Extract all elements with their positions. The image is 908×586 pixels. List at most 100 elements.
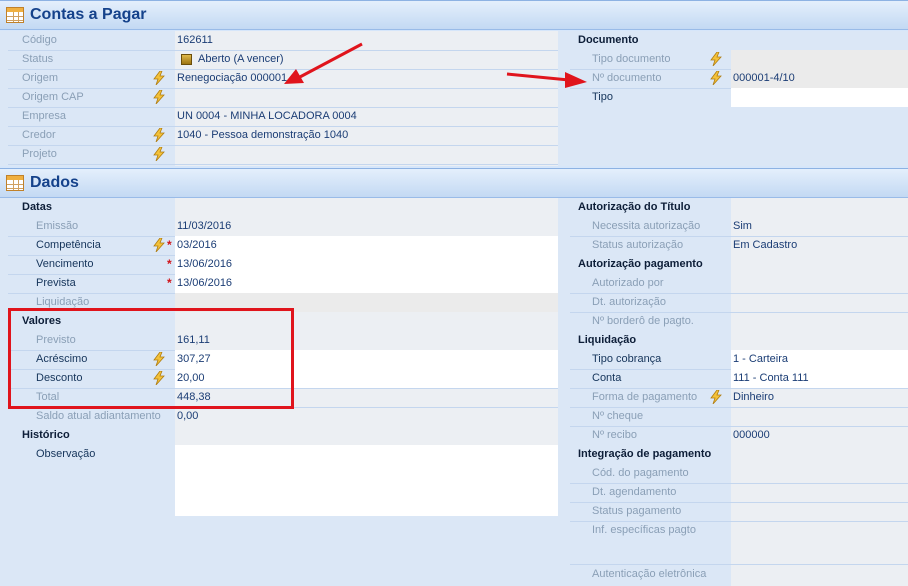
dt-autorizacao-value[interactable]: [731, 293, 733, 312]
field-row-status-pagamento: Status pagamento: [560, 502, 908, 521]
vencimento-label: Vencimento: [36, 258, 94, 270]
saldo-adiantamento-value[interactable]: 0,00: [175, 407, 198, 426]
required-asterisk: *: [167, 257, 172, 271]
origem-cap-value[interactable]: [175, 88, 177, 107]
tipo-value[interactable]: [731, 88, 908, 107]
lightning-bolt-icon[interactable]: [153, 147, 165, 161]
autorizado-por-value[interactable]: [731, 274, 733, 293]
projeto-value[interactable]: [175, 145, 177, 164]
dt-agendamento-label: Dt. agendamento: [592, 486, 677, 498]
lightning-bolt-icon[interactable]: [710, 390, 722, 404]
cod-pagamento-label: Cód. do pagamento: [592, 467, 689, 479]
inf-especificas-value[interactable]: [731, 521, 733, 540]
status-pagamento-label: Status pagamento: [592, 505, 682, 517]
status-label: Status: [22, 53, 54, 65]
field-row-empresa: Empresa UN 0004 - MINHA LOCADORA 0004: [0, 107, 558, 126]
field-row-projeto: Projeto: [0, 145, 558, 164]
status-autorizacao-label: Status autorização: [592, 239, 684, 251]
credor-label: Credor: [22, 129, 56, 141]
numero-documento-annotation-arrow: [506, 72, 587, 88]
field-row-origem: Origem Renegociação 000001: [0, 69, 558, 88]
autorizacao-pagamento-group-label: Autorização pagamento: [578, 258, 703, 270]
contas-section-header[interactable]: Contas a Pagar: [0, 0, 908, 30]
autenticacao-label: Autenticação eletrônica: [592, 568, 707, 580]
field-row-numero-cheque: Nº cheque: [560, 407, 908, 426]
grid-table-icon: [6, 7, 24, 23]
field-row-codigo: Código 162611: [0, 31, 558, 50]
lightning-bolt-icon[interactable]: [710, 52, 722, 66]
tipo-label: Tipo: [592, 91, 613, 103]
historico-group-row: Histórico: [0, 426, 558, 445]
numero-documento-value[interactable]: 000001-4/10: [731, 69, 908, 88]
lightning-bolt-icon[interactable]: [153, 90, 165, 104]
tipo-cobranca-value[interactable]: 1 - Carteira: [731, 350, 908, 369]
cod-pagamento-value[interactable]: [731, 464, 733, 483]
tipo-documento-value[interactable]: [731, 50, 908, 69]
field-row-vencimento: Vencimento * 13/06/2016: [0, 255, 558, 274]
field-row-necessita-autorizacao: Necessita autorização Sim: [560, 217, 908, 236]
conta-value[interactable]: 111 - Conta 111: [731, 369, 908, 388]
lightning-bolt-icon[interactable]: [153, 238, 165, 252]
dados-section-header[interactable]: Dados: [0, 168, 908, 198]
field-row-status-autorizacao: Status autorização Em Cadastro: [560, 236, 908, 255]
datas-group-row: Datas: [0, 198, 558, 217]
bordero-value[interactable]: [731, 312, 733, 331]
field-row-inf-especificas: Inf. específicas pagto: [560, 521, 908, 563]
origem-cap-label: Origem CAP: [22, 91, 84, 103]
field-row-saldo-adiantamento: Saldo atual adiantamento 0,00: [0, 407, 558, 426]
status-pagamento-value[interactable]: [731, 502, 733, 521]
datas-group-label: Datas: [22, 201, 52, 213]
lightning-bolt-icon[interactable]: [710, 71, 722, 85]
field-row-cod-pagamento: Cód. do pagamento: [560, 464, 908, 483]
required-asterisk: *: [167, 238, 172, 252]
vencimento-value[interactable]: 13/06/2016: [175, 255, 558, 274]
autorizacao-titulo-group-label: Autorização do Título: [578, 201, 691, 213]
empresa-value[interactable]: UN 0004 - MINHA LOCADORA 0004: [175, 107, 357, 126]
autenticacao-value[interactable]: [731, 565, 733, 584]
field-row-competencia: Competência * 03/2016: [0, 236, 558, 255]
integracao-group-label: Integração de pagamento: [578, 448, 712, 460]
field-row-emissao: Emissão 11/03/2016: [0, 217, 558, 236]
prevista-value[interactable]: 13/06/2016: [175, 274, 558, 293]
status-autorizacao-value[interactable]: Em Cadastro: [731, 236, 797, 255]
origem-value[interactable]: Renegociação 000001: [175, 69, 287, 88]
liquidacao-group-label: Liquidação: [578, 334, 637, 346]
field-row-bordero: Nº borderô de pagto.: [560, 312, 908, 331]
lightning-bolt-icon[interactable]: [153, 128, 165, 142]
field-row-autorizado-por: Autorizado por: [560, 274, 908, 293]
origem-label: Origem: [22, 72, 59, 84]
dt-autorizacao-label: Dt. autorização: [592, 296, 666, 308]
codigo-value[interactable]: 162611: [175, 31, 213, 50]
field-row-origem-cap: Origem CAP: [0, 88, 558, 107]
saldo-adiantamento-label: Saldo atual adiantamento: [36, 410, 161, 422]
numero-recibo-value[interactable]: 000000: [731, 426, 770, 445]
dt-agendamento-value[interactable]: [731, 483, 733, 502]
field-row-credor: Credor 1040 - Pessoa demonstração 1040: [0, 126, 558, 145]
documento-group-label: Documento: [578, 34, 639, 46]
observacao-textarea[interactable]: [175, 445, 558, 516]
origem-annotation-arrow: [284, 42, 363, 84]
empresa-label: Empresa: [22, 110, 67, 122]
forma-pagamento-label: Forma de pagamento: [592, 391, 698, 403]
prevista-label: Prevista: [36, 277, 76, 289]
necessita-autorizacao-value[interactable]: Sim: [731, 217, 752, 236]
field-row-numero-documento: Nº documento 000001-4/10: [560, 69, 908, 88]
valores-highlight-box: [8, 308, 294, 409]
status-value[interactable]: Aberto (A vencer): [196, 50, 284, 69]
lightning-bolt-icon[interactable]: [153, 71, 165, 85]
credor-value[interactable]: 1040 - Pessoa demonstração 1040: [175, 126, 348, 145]
conta-label: Conta: [592, 372, 622, 384]
competencia-value[interactable]: 03/2016: [175, 236, 558, 255]
inf-especificas-label: Inf. específicas pagto: [592, 524, 696, 536]
observacao-label: Observação: [36, 448, 96, 460]
bordero-label: Nº borderô de pagto.: [592, 315, 694, 327]
contas-section-title: Contas a Pagar: [30, 6, 147, 23]
emissao-value[interactable]: 11/03/2016: [175, 217, 231, 236]
field-row-tipo-documento: Tipo documento: [560, 50, 908, 69]
field-row-forma-pagamento: Forma de pagamento Dinheiro: [560, 388, 908, 407]
field-row-numero-recibo: Nº recibo 000000: [560, 426, 908, 445]
numero-cheque-value[interactable]: [731, 407, 733, 426]
forma-pagamento-value[interactable]: Dinheiro: [731, 388, 774, 407]
dados-section-title: Dados: [30, 174, 79, 191]
numero-documento-label: Nº documento: [592, 72, 662, 84]
